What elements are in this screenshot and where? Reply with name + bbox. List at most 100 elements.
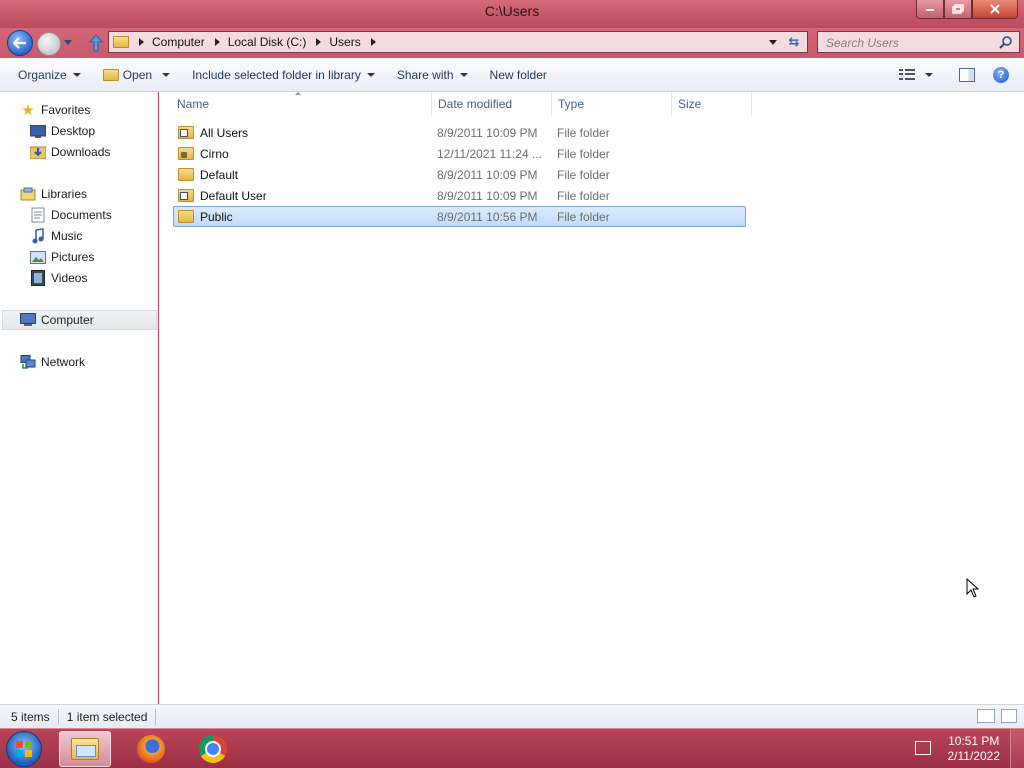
- table-row[interactable]: Cirno 12/11/2021 11:24 ... File folder: [174, 144, 747, 163]
- taskbar-firefox[interactable]: [125, 731, 177, 767]
- selection-count: 1 item selected: [66, 709, 148, 724]
- nav-label: Documents: [51, 208, 112, 222]
- desktop-icon: [30, 123, 46, 139]
- refresh-icon: ⇆: [788, 34, 800, 49]
- nav-computer[interactable]: Computer: [2, 310, 157, 330]
- breadcrumb-separator[interactable]: [316, 38, 322, 46]
- folder-icon: [178, 210, 194, 223]
- minimize-button[interactable]: [916, 0, 944, 19]
- change-view-button[interactable]: [891, 63, 941, 87]
- table-row[interactable]: All Users 8/9/2011 10:09 PM File folder: [174, 123, 747, 142]
- organize-button[interactable]: Organize: [10, 63, 89, 87]
- network-tray-icon[interactable]: [915, 741, 931, 755]
- column-header-date-modified[interactable]: Date modified: [432, 92, 552, 116]
- star-icon: ★: [21, 102, 35, 119]
- new-folder-label: New folder: [489, 67, 547, 82]
- file-name: Default: [200, 167, 239, 182]
- close-button[interactable]: [972, 0, 1018, 19]
- navigation-bar: Computer Local Disk (C:) Users ⇆ Search …: [0, 28, 1024, 58]
- nav-libraries[interactable]: Libraries: [20, 184, 87, 204]
- help-button[interactable]: ?: [993, 67, 1009, 83]
- file-date: 8/9/2011 10:09 PM: [437, 125, 538, 140]
- breadcrumb-separator[interactable]: [214, 38, 220, 46]
- show-desktop-button[interactable]: [1010, 729, 1024, 768]
- open-button[interactable]: Open: [95, 63, 178, 87]
- file-type: File folder: [557, 209, 610, 224]
- up-button[interactable]: [88, 33, 104, 53]
- back-button[interactable]: [7, 30, 33, 56]
- file-date: 8/9/2011 10:56 PM: [437, 209, 538, 224]
- details-view-icon: [899, 69, 915, 81]
- breadcrumb-local-disk[interactable]: Local Disk (C:): [228, 35, 307, 49]
- refresh-button[interactable]: ⇆: [785, 34, 803, 50]
- window-title: C:\Users: [484, 3, 540, 19]
- mouse-cursor-icon: [966, 578, 980, 598]
- breadcrumb-separator[interactable]: [370, 38, 376, 46]
- nav-desktop[interactable]: Desktop: [30, 121, 95, 141]
- breadcrumb-computer[interactable]: Computer: [152, 35, 205, 49]
- taskbar-explorer[interactable]: [59, 731, 111, 767]
- new-folder-button[interactable]: New folder: [482, 63, 555, 87]
- column-header-size[interactable]: Size: [672, 92, 752, 116]
- file-name: All Users: [200, 125, 249, 140]
- search-input[interactable]: Search Users: [817, 31, 1020, 53]
- restore-button[interactable]: [944, 0, 972, 19]
- sort-ascending-icon: [295, 92, 301, 95]
- start-button[interactable]: [6, 731, 42, 767]
- open-folder-icon: [102, 68, 119, 81]
- nav-documents[interactable]: Documents: [30, 205, 112, 225]
- open-label: Open: [122, 67, 153, 82]
- breadcrumb-separator[interactable]: [139, 38, 144, 46]
- share-with-button[interactable]: Share with: [389, 63, 476, 87]
- search-icon[interactable]: [999, 35, 1013, 49]
- nav-music[interactable]: Music: [30, 226, 82, 246]
- file-name: Default User: [200, 188, 267, 203]
- table-row[interactable]: Default User 8/9/2011 10:09 PM File fold…: [174, 186, 747, 205]
- close-icon: [990, 4, 1000, 14]
- pictures-icon: [30, 249, 46, 265]
- file-type: File folder: [557, 188, 610, 203]
- clock-date: 2/11/2022: [947, 749, 1001, 763]
- folder-shortcut-icon: [178, 126, 194, 139]
- large-icons-view-toggle[interactable]: [1001, 709, 1017, 723]
- nav-network[interactable]: Network: [20, 352, 85, 372]
- nav-label: Computer: [41, 313, 94, 327]
- file-name: Cirno: [200, 146, 229, 161]
- file-date: 8/9/2011 10:09 PM: [437, 188, 538, 203]
- nav-pictures[interactable]: Pictures: [30, 247, 94, 267]
- nav-downloads[interactable]: Downloads: [30, 142, 110, 162]
- details-view-toggle[interactable]: [977, 709, 995, 723]
- nav-favorites[interactable]: ★ Favorites: [20, 100, 90, 120]
- restore-icon: [952, 4, 964, 14]
- chevron-down-icon: [72, 72, 81, 77]
- system-clock[interactable]: 10:51 PM 2/11/2022: [948, 734, 1001, 764]
- network-icon: [20, 354, 36, 370]
- recent-pages-dropdown[interactable]: [64, 40, 72, 45]
- forward-button[interactable]: [37, 32, 61, 56]
- preview-pane-button[interactable]: [959, 68, 975, 82]
- back-arrow-icon: [13, 37, 26, 49]
- breadcrumb-users[interactable]: Users: [329, 35, 360, 49]
- nav-videos[interactable]: Videos: [30, 268, 87, 288]
- table-row[interactable]: Default 8/9/2011 10:09 PM File folder: [174, 165, 747, 184]
- organize-label: Organize: [18, 67, 67, 82]
- include-in-library-button[interactable]: Include selected folder in library: [184, 63, 383, 87]
- breadcrumb: Computer Local Disk (C:) Users: [129, 35, 384, 49]
- windows-logo-icon: [16, 741, 32, 757]
- address-bar[interactable]: Computer Local Disk (C:) Users ⇆: [108, 31, 808, 53]
- nav-label: Desktop: [51, 124, 96, 138]
- address-history-dropdown[interactable]: [769, 40, 777, 45]
- status-divider: [57, 708, 59, 725]
- folder-icon: [113, 36, 129, 48]
- music-icon: [30, 228, 46, 244]
- search-placeholder: Search Users: [826, 36, 899, 50]
- nav-label: Network: [41, 355, 86, 369]
- table-row-selected[interactable]: Public 8/9/2011 10:56 PM File folder: [173, 206, 746, 227]
- taskbar-chrome[interactable]: [187, 731, 239, 767]
- clock-time: 10:51 PM: [948, 734, 1000, 748]
- status-bar: 5 items 1 item selected: [0, 704, 1024, 728]
- chrome-icon: [199, 735, 227, 763]
- documents-icon: [30, 207, 46, 223]
- column-header-type[interactable]: Type: [552, 92, 672, 116]
- column-header-name[interactable]: Name: [171, 92, 432, 116]
